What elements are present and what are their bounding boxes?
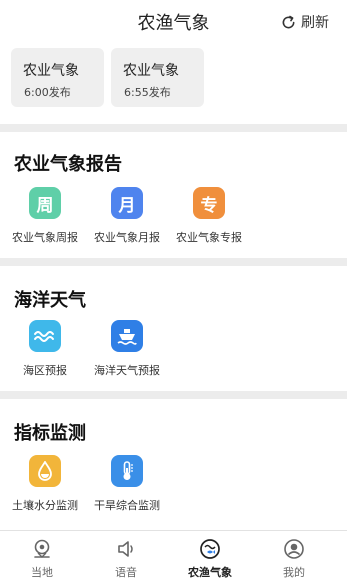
location-icon — [12, 537, 72, 561]
nav-label: 语音 — [115, 566, 137, 579]
sea-waves-icon — [29, 320, 61, 352]
report-card-title: 农业气象 — [123, 63, 179, 79]
refresh-label: 刷新 — [301, 15, 329, 31]
special-icon: 专 — [193, 187, 225, 219]
report-card-time: 6:55发布 — [124, 86, 171, 99]
nav-label: 我的 — [283, 566, 305, 579]
nav-tab-voice[interactable]: 语音 — [96, 537, 156, 580]
report-card-time: 6:00发布 — [24, 86, 71, 99]
section-title: 海洋天气 — [14, 290, 86, 311]
weekly-icon: 周 — [29, 187, 61, 219]
nav-label: 农渔气象 — [188, 566, 232, 579]
section-ocean-weather: 海洋天气 海区预报 海洋天气预报 — [0, 266, 347, 391]
drought-monitoring-item[interactable]: 干旱综合监测 — [82, 455, 172, 513]
water-drop-icon — [29, 455, 61, 487]
section-indicator-monitoring: 指标监测 土壤水分监测 干旱综合监测 — [0, 399, 347, 530]
section-title: 指标监测 — [14, 423, 86, 444]
report-card-title: 农业气象 — [23, 63, 79, 79]
item-label: 海洋天气预报 — [94, 364, 160, 377]
farm-fish-icon — [180, 537, 240, 561]
header-bar: 农渔气象 刷新 — [0, 0, 347, 42]
nav-tab-agri-fishery[interactable]: 农渔气象 — [180, 537, 240, 580]
report-card-0600[interactable]: 农业气象 6:00发布 — [11, 48, 104, 107]
item-label: 农业气象月报 — [94, 231, 160, 244]
nav-tab-mine[interactable]: 我的 — [264, 537, 324, 580]
monthly-icon: 月 — [111, 187, 143, 219]
sea-area-forecast-item[interactable]: 海区预报 — [0, 320, 90, 378]
nav-tab-local[interactable]: 当地 — [12, 537, 72, 580]
soil-moisture-item[interactable]: 土壤水分监测 — [0, 455, 90, 513]
ship-icon — [111, 320, 143, 352]
profile-icon — [264, 537, 324, 561]
section-title: 农业气象报告 — [14, 154, 122, 175]
thermometer-icon — [111, 455, 143, 487]
report-card-0655[interactable]: 农业气象 6:55发布 — [111, 48, 204, 107]
bottom-nav: 当地 语音 农渔气象 我的 — [0, 530, 347, 585]
speaker-icon — [96, 537, 156, 561]
item-label: 土壤水分监测 — [12, 499, 78, 512]
section-agri-reports: 农业气象报告 周 农业气象周报 月 农业气象月报 专 农业气象专报 — [0, 132, 347, 258]
agri-weekly-report-item[interactable]: 周 农业气象周报 — [0, 187, 90, 245]
agri-special-report-item[interactable]: 专 农业气象专报 — [164, 187, 254, 245]
ocean-weather-forecast-item[interactable]: 海洋天气预报 — [82, 320, 172, 378]
refresh-button[interactable]: 刷新 — [281, 12, 329, 32]
nav-label: 当地 — [31, 566, 53, 579]
agri-monthly-report-item[interactable]: 月 农业气象月报 — [82, 187, 172, 245]
item-label: 农业气象周报 — [12, 231, 78, 244]
item-label: 干旱综合监测 — [94, 499, 160, 512]
item-label: 海区预报 — [23, 364, 67, 377]
refresh-icon — [282, 15, 295, 28]
item-label: 农业气象专报 — [176, 231, 242, 244]
report-cards-row: 农业气象 6:00发布 农业气象 6:55发布 — [0, 42, 347, 124]
